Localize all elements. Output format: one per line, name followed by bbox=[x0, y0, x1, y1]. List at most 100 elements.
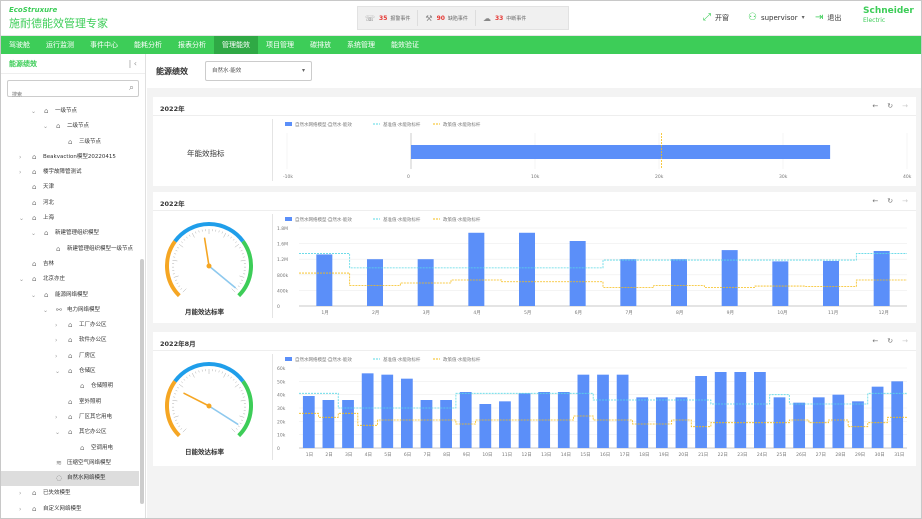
tree-node[interactable]: ⌄ ⌂ 其它办公区 bbox=[1, 425, 139, 440]
chevron-down-icon[interactable]: ⌄ bbox=[31, 104, 36, 119]
chevron-down-icon[interactable]: ⌄ bbox=[19, 211, 24, 226]
tree-node[interactable]: › ⌂ 楼宇故障管测试 bbox=[1, 165, 139, 180]
tree-node-label: 其它办公区 bbox=[79, 429, 107, 436]
tree-node[interactable]: › ⌂ 自定义网络模型 bbox=[1, 502, 139, 516]
tree-node[interactable]: ⌄ ⌂ 二级节点 bbox=[1, 119, 139, 134]
tree-node[interactable]: ⌄ ⌂ 上海 bbox=[1, 211, 139, 226]
building-icon: ⌂ bbox=[68, 428, 73, 437]
building-icon: ⌂ bbox=[32, 259, 37, 268]
tree-node[interactable]: ⌂ 吉林 bbox=[1, 257, 139, 272]
tree-node[interactable]: ⌂ 仓储照明 bbox=[1, 379, 139, 394]
gauge-tick bbox=[178, 285, 181, 287]
legend-label: 政策值·水能效标杆 bbox=[443, 216, 481, 223]
chevron-down-icon[interactable]: ⌄ bbox=[31, 288, 36, 303]
chevron-right-icon[interactable]: › bbox=[55, 410, 57, 425]
nav-item[interactable]: 管理能效 bbox=[214, 36, 258, 54]
x-tick-label: 7日 bbox=[423, 452, 430, 458]
tree-node[interactable]: ⌄ ⌂ 能源网络模型 bbox=[1, 288, 139, 303]
tree-scrollbar[interactable] bbox=[140, 259, 144, 504]
arrow-right-icon[interactable]: → bbox=[902, 337, 908, 345]
nav-item[interactable]: 系统管理 bbox=[339, 36, 383, 54]
energy-type-select[interactable]: 自然水·能效 ▾ bbox=[205, 61, 312, 81]
gauge-tick bbox=[239, 386, 241, 389]
chevron-right-icon[interactable]: › bbox=[19, 502, 21, 516]
nav-item[interactable]: 事件中心 bbox=[82, 36, 126, 54]
tree-node[interactable]: › ⌂ Beakvaction模型20220415 bbox=[1, 150, 139, 165]
arrow-right-icon[interactable]: → bbox=[902, 102, 908, 110]
chevron-down-icon[interactable]: ⌄ bbox=[55, 425, 60, 440]
tree-node[interactable]: › ⌂ 工厂办公区 bbox=[1, 318, 139, 333]
bar bbox=[322, 400, 335, 448]
chevron-right-icon[interactable]: › bbox=[55, 349, 57, 364]
chevron-down-icon[interactable]: ⌄ bbox=[31, 226, 36, 241]
refresh-icon[interactable]: ↻ bbox=[887, 337, 893, 345]
x-tick-label: 1日 bbox=[306, 452, 313, 458]
chevron-down-icon[interactable]: ⌄ bbox=[55, 364, 60, 379]
arrow-left-icon[interactable]: ← bbox=[872, 102, 878, 110]
tree-node-label: 厂房区 bbox=[79, 352, 96, 359]
chevron-right-icon[interactable]: › bbox=[55, 333, 57, 348]
tree-node[interactable]: ⌂ 河北 bbox=[1, 196, 139, 211]
nav-item[interactable]: 能效验证 bbox=[383, 36, 427, 54]
tree-node[interactable]: ⌂ 新建管理组织模型一级节点 bbox=[1, 242, 139, 257]
bar bbox=[597, 374, 609, 448]
chevron-down-icon[interactable]: ⌄ bbox=[43, 119, 48, 134]
y-tick-label: 40k bbox=[277, 393, 286, 399]
divider bbox=[272, 214, 273, 318]
legend-label: 基准值·水能效标杆 bbox=[383, 121, 421, 128]
event-alarm[interactable]: ☏ 35 报警事件 bbox=[358, 10, 419, 26]
chevron-right-icon[interactable]: › bbox=[19, 165, 21, 180]
collapse-icon[interactable]: | ‹ bbox=[129, 59, 137, 68]
tree-node[interactable]: › ⌂ 已失效模型 bbox=[1, 486, 139, 501]
chevron-right-icon[interactable]: › bbox=[55, 318, 57, 333]
bar bbox=[518, 393, 531, 448]
tree-node[interactable]: ⌄ ⌂ 一级节点 bbox=[1, 104, 139, 119]
tree-node[interactable]: ⌂ 三级节点 bbox=[1, 135, 139, 150]
chevron-right-icon[interactable]: › bbox=[19, 486, 21, 501]
nav-item[interactable]: 碳排放 bbox=[302, 36, 339, 54]
event-interrupt[interactable]: ☁ 33 中断事件 bbox=[476, 10, 533, 26]
refresh-icon[interactable]: ↻ bbox=[887, 197, 893, 205]
x-tick-label: 31日 bbox=[894, 452, 904, 458]
tree-node[interactable]: › ⌂ 厂房区 bbox=[1, 349, 139, 364]
gauge-tick bbox=[174, 253, 177, 255]
arrow-left-icon[interactable]: ← bbox=[872, 337, 878, 345]
tree-node[interactable]: ⌂ 天津 bbox=[1, 180, 139, 195]
tree-node[interactable]: › ⌂ 软件办公区 bbox=[1, 333, 139, 348]
tree-node[interactable]: ⌄ ⌂ 北京亦庄 bbox=[1, 272, 139, 287]
tree-node[interactable]: ⌂ 空调用电 bbox=[1, 441, 139, 456]
bar bbox=[754, 372, 766, 448]
tree-node[interactable]: ⌄ ⌂ 新建管理组织模型 bbox=[1, 226, 139, 241]
policy-line bbox=[299, 272, 907, 288]
nav-item[interactable]: 运行监测 bbox=[38, 36, 82, 54]
nav-item[interactable]: 能耗分析 bbox=[126, 36, 170, 54]
search-icon[interactable]: ⌕ bbox=[129, 83, 134, 93]
nav-item[interactable]: 驾驶舱 bbox=[1, 36, 38, 54]
chevron-down-icon[interactable]: ⌄ bbox=[43, 303, 48, 318]
tree-node[interactable]: ◌ 自然水网络模型 bbox=[1, 471, 139, 487]
tree-search-input[interactable] bbox=[8, 87, 118, 103]
chevron-right-icon[interactable]: › bbox=[19, 150, 21, 165]
baseline-line bbox=[299, 253, 907, 269]
tree-node[interactable]: ⌄ ⚯ 电力网络模型 bbox=[1, 303, 139, 318]
arrow-right-icon[interactable]: → bbox=[902, 197, 908, 205]
nav-item[interactable]: 项目管理 bbox=[258, 36, 302, 54]
tree-node[interactable]: ⌄ ⌂ 仓储区 bbox=[1, 364, 139, 379]
event-label: 报警事件 bbox=[390, 15, 411, 22]
event-defect[interactable]: ⚒ 90 缺陷事件 bbox=[418, 10, 476, 26]
gauge-tick bbox=[181, 381, 183, 384]
nav-item[interactable]: 报表分析 bbox=[170, 36, 214, 54]
bar bbox=[671, 259, 687, 306]
user-menu[interactable]: ⚇ supervisor ▾ bbox=[748, 12, 805, 23]
gauge-tick bbox=[239, 282, 242, 285]
refresh-icon[interactable]: ↻ bbox=[887, 102, 893, 110]
alarm-icon: ☏ bbox=[365, 13, 376, 23]
chevron-down-icon[interactable]: ⌄ bbox=[19, 272, 24, 287]
tree-node[interactable]: ⌂ 室外照明 bbox=[1, 395, 139, 410]
logout-button[interactable]: ⇥ 退出 bbox=[815, 12, 841, 23]
arrow-left-icon[interactable]: ← bbox=[872, 197, 878, 205]
energy-type-value: 自然水·能效 bbox=[212, 68, 242, 74]
tree-node[interactable]: › ⌂ 厂区其它用电 bbox=[1, 410, 139, 425]
open-window-button[interactable]: ⤢ 开窗 bbox=[703, 12, 729, 23]
tree-node[interactable]: ≋ 压缩空气网络模型 bbox=[1, 456, 139, 471]
